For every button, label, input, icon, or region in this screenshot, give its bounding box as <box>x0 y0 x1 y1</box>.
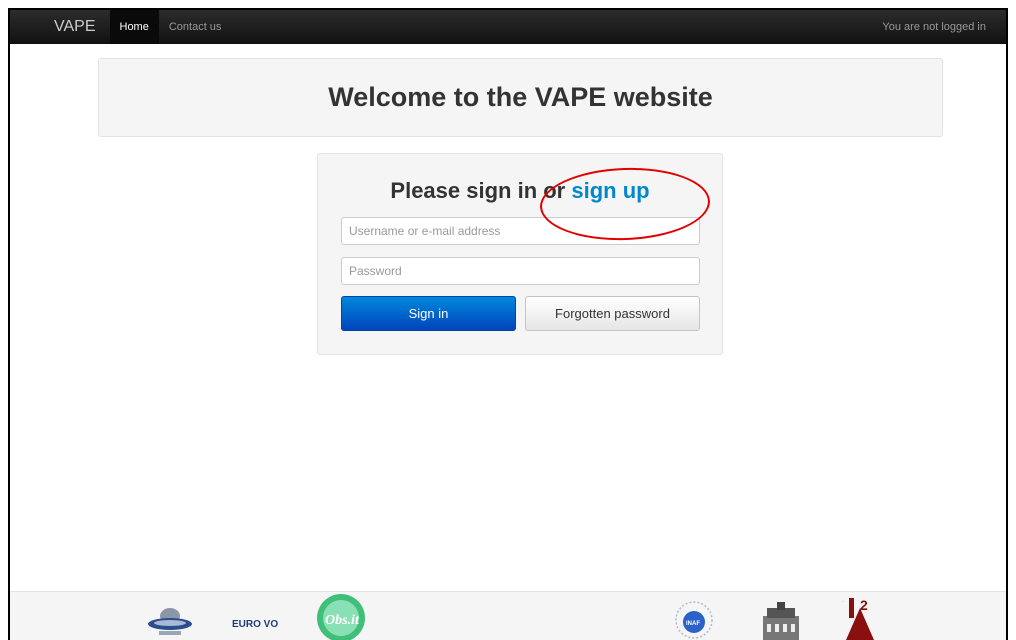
login-status: You are not logged in <box>882 21 986 33</box>
brand-link[interactable]: VAPE <box>54 18 96 36</box>
svg-text:INAF: INAF <box>686 621 700 627</box>
top-navbar: VAPE Home Contact us You are not logged … <box>10 10 1006 44</box>
page-title: Welcome to the VAPE website <box>328 82 713 112</box>
inaf-logo: INAF <box>675 601 713 639</box>
password-input[interactable] <box>341 257 700 285</box>
ia2-logo: 2 IA2 <box>842 597 874 640</box>
ufo-logo <box>148 608 192 635</box>
nav-home[interactable]: Home <box>109 10 159 44</box>
svg-text:2: 2 <box>860 597 868 613</box>
nav-contact-us[interactable]: Contact us <box>159 10 232 44</box>
svg-text:Obs.it: Obs.it <box>325 613 360 628</box>
browser-frame: VAPE Home Contact us You are not logged … <box>8 8 1008 640</box>
euro-vo-logo: EURO VO <box>232 619 278 630</box>
observatory-building-logo <box>763 602 799 640</box>
footer-logos: EURO VO Obs.it INAF 2 IA2 <box>10 591 1006 640</box>
svg-text:IA2: IA2 <box>842 600 844 603</box>
sign-in-button[interactable]: Sign in <box>341 296 516 331</box>
welcome-banner: Welcome to the VAPE website <box>98 58 943 137</box>
svg-text:EURO VO: EURO VO <box>232 619 278 630</box>
forgotten-password-button[interactable]: Forgotten password <box>525 296 700 331</box>
obs-it-logo: Obs.it <box>317 594 365 640</box>
